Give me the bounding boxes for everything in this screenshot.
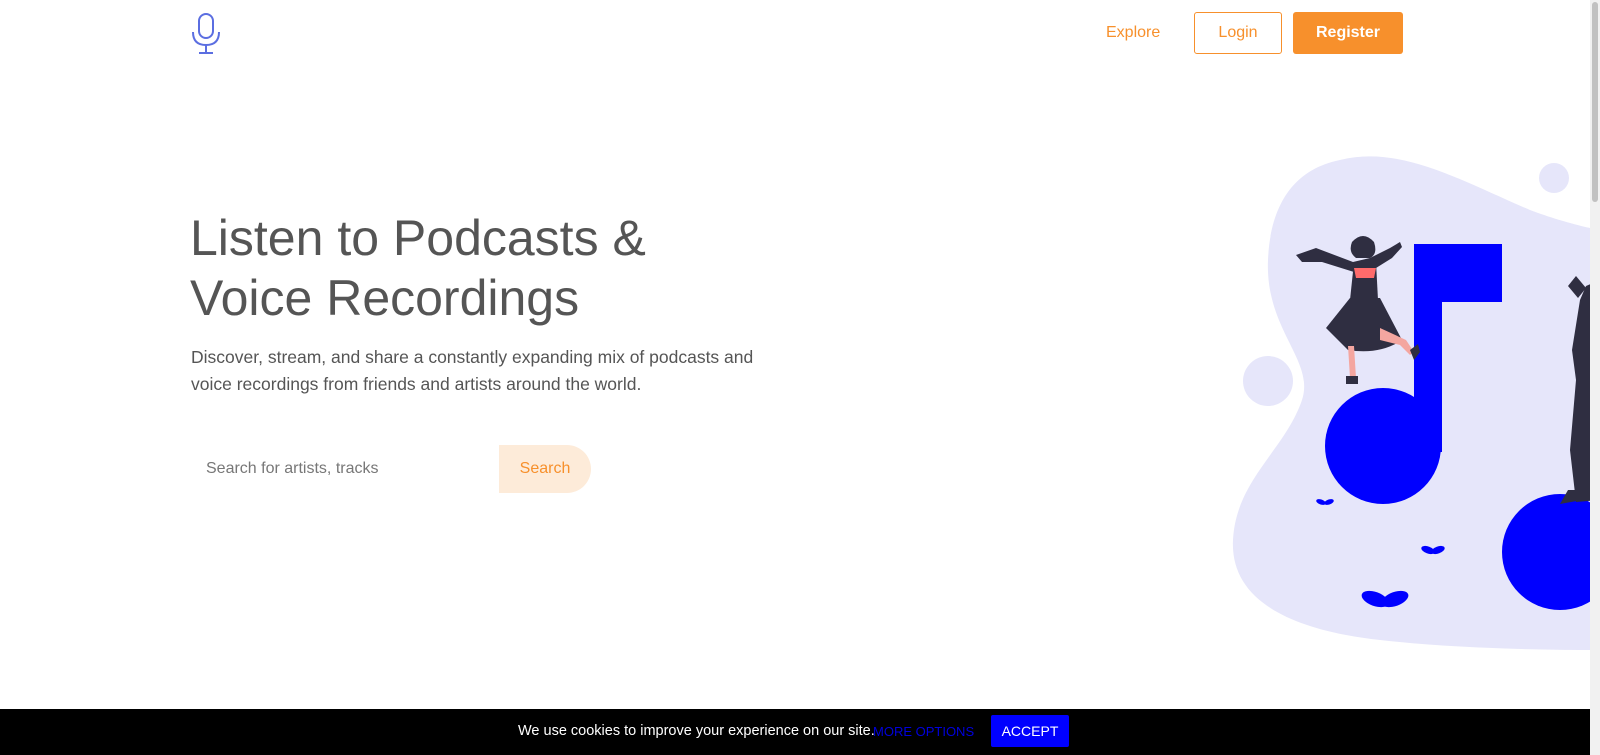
accept-cookies-button[interactable]: ACCEPT bbox=[991, 715, 1069, 747]
decorative-circle bbox=[1243, 356, 1293, 406]
hero-subtitle-line-1: Discover, stream, and share a constantly… bbox=[191, 347, 754, 367]
microphone-icon[interactable] bbox=[188, 12, 224, 56]
cookie-bar: We use cookies to improve your experienc… bbox=[0, 709, 1590, 755]
cookie-message: We use cookies to improve your experienc… bbox=[518, 723, 875, 739]
hero-title-line-1: Listen to Podcasts & bbox=[190, 210, 646, 266]
search-input[interactable] bbox=[192, 445, 498, 493]
hero-subtitle: Discover, stream, and share a constantly… bbox=[191, 344, 781, 398]
page: Explore Login Register Listen to Podcast… bbox=[0, 0, 1600, 755]
hero-title-line-2: Voice Recordings bbox=[190, 270, 580, 326]
hero-title: Listen to Podcasts & Voice Recordings bbox=[190, 208, 750, 328]
search-button[interactable]: Search bbox=[499, 445, 591, 493]
nav-explore-link[interactable]: Explore bbox=[1106, 12, 1160, 54]
scrollbar-thumb[interactable] bbox=[1592, 2, 1598, 202]
register-button[interactable]: Register bbox=[1293, 12, 1403, 54]
more-options-link[interactable]: MORE OPTIONS bbox=[873, 724, 974, 739]
decorative-circle bbox=[1539, 163, 1569, 193]
hero-subtitle-line-2: voice recordings from friends and artist… bbox=[191, 374, 642, 394]
login-button[interactable]: Login bbox=[1194, 12, 1282, 54]
music-note-illustration bbox=[1232, 156, 1600, 650]
music-note-flag bbox=[1414, 244, 1502, 302]
